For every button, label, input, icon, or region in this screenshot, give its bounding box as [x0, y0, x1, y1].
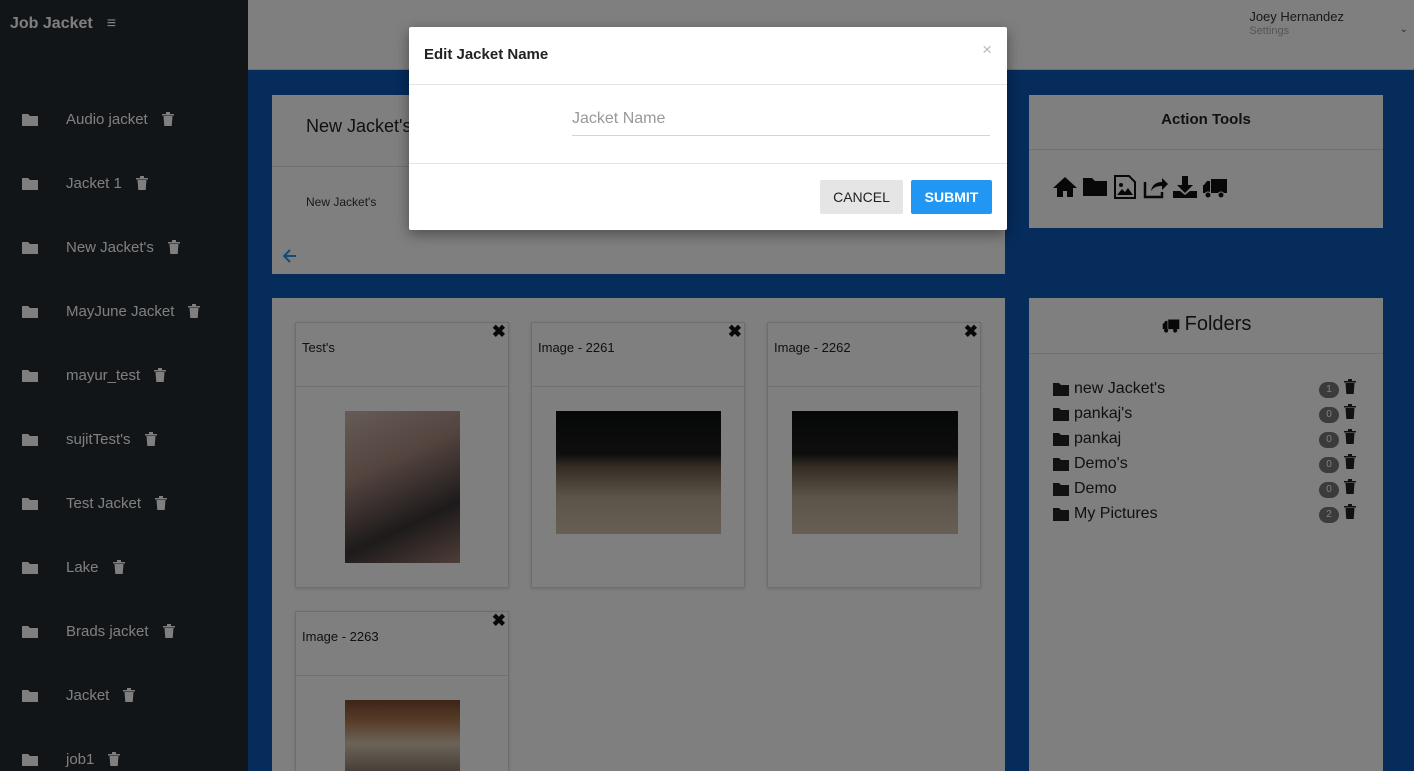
divider: [409, 84, 1007, 85]
submit-button[interactable]: SUBMIT: [911, 180, 992, 214]
divider: [409, 163, 1007, 164]
modal-title: Edit Jacket Name: [424, 46, 549, 63]
jacket-name-input[interactable]: [572, 102, 990, 136]
edit-jacket-name-modal: Edit Jacket Name × CANCEL SUBMIT: [409, 27, 1007, 230]
close-icon[interactable]: ×: [982, 40, 992, 60]
cancel-button[interactable]: CANCEL: [820, 180, 903, 214]
